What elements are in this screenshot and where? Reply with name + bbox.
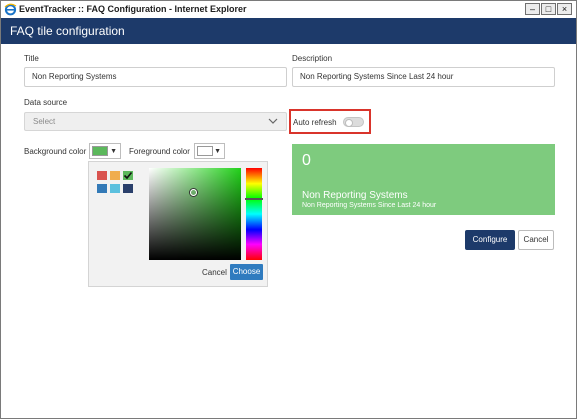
toggle-knob <box>345 119 353 127</box>
foreground-color-label: Foreground color <box>129 147 190 156</box>
dialog-title: FAQ tile configuration <box>10 24 125 38</box>
configure-button[interactable]: Configure <box>465 230 515 250</box>
color-picker-popup: Cancel Choose <box>88 161 268 287</box>
picker-choose-button[interactable]: Choose <box>230 264 263 280</box>
palette-swatch[interactable] <box>110 171 120 180</box>
chevron-down-icon <box>268 118 278 124</box>
dropdown-arrow-icon: ▼ <box>110 148 117 155</box>
browser-window: EventTracker :: FAQ Configuration - Inte… <box>0 0 577 419</box>
minimize-button[interactable]: – <box>525 3 540 15</box>
tile-count: 0 <box>302 152 311 169</box>
palette-swatch[interactable] <box>110 184 120 193</box>
palette-swatch[interactable] <box>123 171 133 180</box>
window-title-bar: EventTracker :: FAQ Configuration - Inte… <box>1 1 576 19</box>
hue-slider[interactable] <box>245 168 263 260</box>
background-color-picker[interactable]: ▼ <box>89 143 121 159</box>
dialog-header: FAQ tile configuration <box>1 18 576 44</box>
close-window-button[interactable]: × <box>557 3 572 15</box>
cancel-button[interactable]: Cancel <box>518 230 554 250</box>
close-icon: × <box>561 3 568 14</box>
saturation-value-area[interactable] <box>149 168 241 260</box>
checkmark-icon <box>123 171 133 180</box>
maximize-icon: □ <box>545 3 552 14</box>
picker-cancel-button[interactable]: Cancel <box>202 268 227 277</box>
tile-preview: 0 Non Reporting Systems Non Reporting Sy… <box>292 144 555 215</box>
background-color-label: Background color <box>24 147 87 156</box>
title-input[interactable]: Non Reporting Systems <box>24 67 287 87</box>
datasource-select[interactable]: Select <box>24 112 287 131</box>
title-label: Title <box>24 54 39 63</box>
window-title: EventTracker :: FAQ Configuration - Inte… <box>19 4 247 14</box>
dropdown-arrow-icon: ▼ <box>214 148 221 155</box>
foreground-color-swatch <box>197 146 213 156</box>
background-color-swatch <box>92 146 108 156</box>
color-cursor[interactable] <box>190 189 197 196</box>
palette-swatch[interactable] <box>97 171 107 180</box>
foreground-color-picker[interactable]: ▼ <box>194 143 225 159</box>
tile-title: Non Reporting Systems <box>302 190 408 201</box>
minimize-icon: – <box>529 3 535 14</box>
maximize-button[interactable]: □ <box>541 3 556 15</box>
palette-swatch[interactable] <box>123 184 133 193</box>
hue-slider-handle[interactable] <box>245 198 263 200</box>
description-label: Description <box>292 54 333 63</box>
datasource-label: Data source <box>24 98 68 107</box>
internet-explorer-icon <box>4 3 17 16</box>
palette-swatch[interactable] <box>97 184 107 193</box>
tile-description: Non Reporting Systems Since Last 24 hour <box>302 202 437 209</box>
description-input[interactable]: Non Reporting Systems Since Last 24 hour <box>292 67 555 87</box>
datasource-placeholder: Select <box>33 117 56 126</box>
auto-refresh-toggle[interactable] <box>343 117 364 127</box>
auto-refresh-label: Auto refresh <box>293 118 337 127</box>
